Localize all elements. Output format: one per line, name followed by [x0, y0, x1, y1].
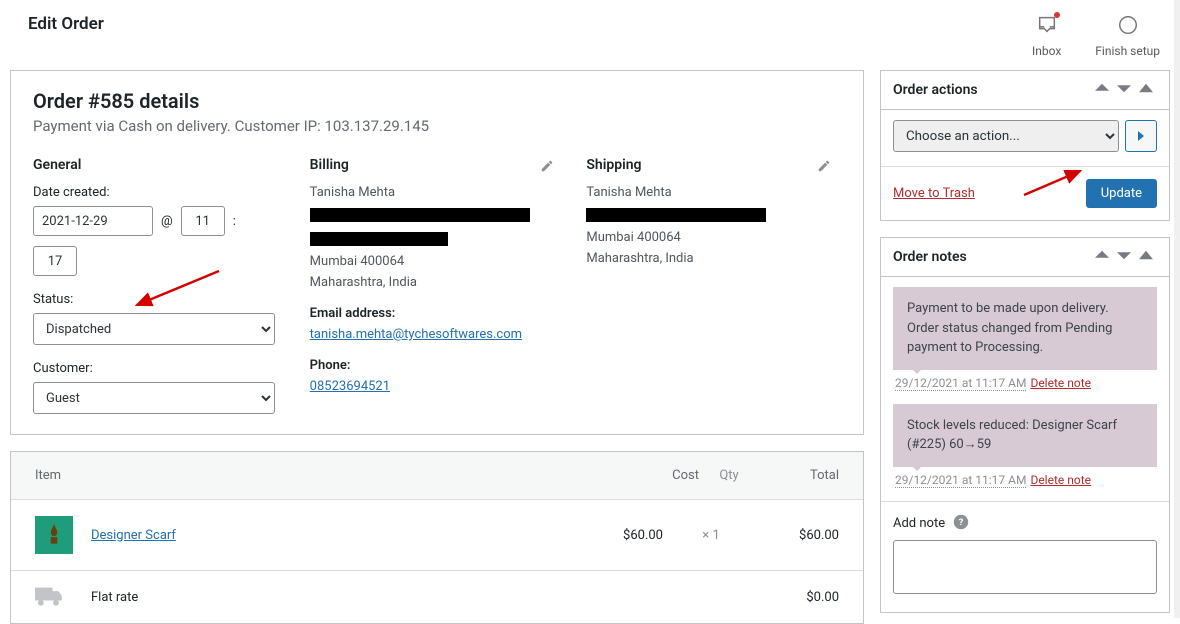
triangle-up-icon[interactable]	[1135, 246, 1157, 268]
billing-city: Mumbai 400064	[310, 254, 565, 269]
order-title: Order #585 details	[33, 89, 841, 113]
edit-billing-button[interactable]	[540, 159, 554, 173]
inbox-button[interactable]: Inbox	[1032, 14, 1061, 58]
move-to-trash-link[interactable]: Move to Trash	[893, 186, 975, 201]
add-note-label: Add note	[893, 516, 945, 531]
order-actions-panel: Order actions Choose an action... Move t…	[880, 70, 1170, 221]
table-row: Designer Scarf $60.00 × 1 $60.00	[11, 500, 863, 571]
billing-email-link[interactable]: tanisha.mehta@tychesoftwares.com	[310, 327, 565, 342]
customer-select[interactable]: Guest	[33, 382, 275, 414]
redacted-line	[310, 208, 530, 222]
circle-icon	[1117, 14, 1139, 40]
item-total: $60.00	[759, 528, 839, 543]
billing-name: Tanisha Mehta	[310, 185, 565, 200]
page-title: Edit Order	[28, 14, 104, 34]
billing-phone-link[interactable]: 08523694521	[310, 379, 565, 394]
date-created-label: Date created:	[33, 185, 288, 200]
general-heading: General	[33, 157, 288, 173]
billing-state: Maharashtra, India	[310, 275, 565, 290]
order-details-panel: Order #585 details Payment via Cash on d…	[10, 70, 864, 435]
redacted-line	[310, 232, 448, 246]
hour-input[interactable]	[181, 206, 225, 236]
add-note-textarea[interactable]	[893, 540, 1157, 594]
customer-label: Customer:	[33, 361, 288, 376]
item-qty: × 1	[681, 528, 741, 543]
inbox-label: Inbox	[1032, 44, 1061, 58]
status-label: Status:	[33, 292, 288, 307]
delete-note-link[interactable]: Delete note	[1030, 473, 1091, 487]
finish-setup-button[interactable]: Finish setup	[1095, 14, 1160, 58]
order-notes-panel: Order notes Payment to be made upon deli…	[880, 237, 1170, 613]
apply-action-button[interactable]	[1125, 120, 1157, 152]
chevron-down-icon[interactable]	[1113, 246, 1135, 268]
shipping-row: Flat rate $0.00	[11, 571, 863, 623]
order-notes-title: Order notes	[893, 249, 1091, 265]
email-label: Email address:	[310, 306, 565, 321]
shipping-total: $0.00	[759, 590, 839, 605]
order-note: Stock levels reduced: Designer Scarf (#2…	[893, 404, 1157, 467]
col-cost: Cost	[629, 468, 699, 483]
order-subtext: Payment via Cash on delivery. Customer I…	[33, 117, 841, 135]
item-cost: $60.00	[593, 528, 663, 543]
product-thumbnail	[35, 516, 73, 554]
shipping-heading: Shipping	[586, 157, 841, 173]
note-meta: 29/12/2021 at 11:17 AMDelete note	[895, 473, 1157, 487]
note-meta: 29/12/2021 at 11:17 AMDelete note	[895, 376, 1157, 390]
redacted-line	[586, 208, 766, 222]
delete-note-link[interactable]: Delete note	[1030, 376, 1091, 390]
inbox-icon	[1036, 14, 1058, 40]
chevron-up-icon[interactable]	[1091, 246, 1113, 268]
chevron-down-icon[interactable]	[1113, 79, 1135, 101]
order-note: Payment to be made upon delivery. Order …	[893, 287, 1157, 370]
shipping-city: Mumbai 400064	[586, 230, 841, 245]
shipping-method-name: Flat rate	[91, 590, 575, 605]
finish-setup-label: Finish setup	[1095, 44, 1160, 58]
time-colon: :	[233, 214, 236, 229]
col-item: Item	[35, 468, 629, 483]
phone-label: Phone:	[310, 358, 565, 373]
shipping-state: Maharashtra, India	[586, 251, 841, 266]
scrollbar-track	[1174, 0, 1180, 618]
order-action-select[interactable]: Choose an action...	[893, 120, 1119, 152]
edit-shipping-button[interactable]	[817, 159, 831, 173]
at-symbol: @	[161, 214, 173, 229]
status-select[interactable]: Dispatched	[33, 313, 275, 345]
triangle-up-icon[interactable]	[1135, 79, 1157, 101]
order-actions-title: Order actions	[893, 82, 1091, 98]
col-total: Total	[759, 468, 839, 483]
minute-input[interactable]	[33, 246, 77, 276]
svg-text:?: ?	[959, 517, 964, 528]
col-qty: Qty	[699, 468, 759, 483]
help-icon[interactable]: ?	[953, 514, 969, 534]
order-items-panel: Item Cost Qty Total Designer Scarf $60.0…	[10, 451, 864, 624]
billing-heading: Billing	[310, 157, 565, 173]
date-input[interactable]	[33, 206, 153, 236]
truck-icon	[35, 587, 73, 607]
update-button[interactable]: Update	[1086, 179, 1157, 208]
shipping-name: Tanisha Mehta	[586, 185, 841, 200]
chevron-up-icon[interactable]	[1091, 79, 1113, 101]
product-link[interactable]: Designer Scarf	[91, 528, 176, 543]
